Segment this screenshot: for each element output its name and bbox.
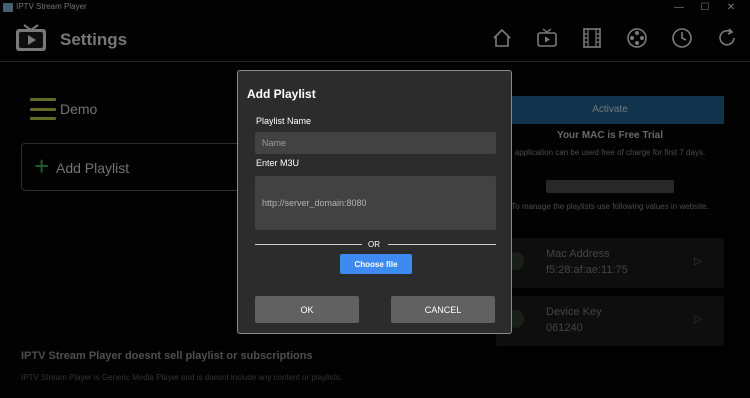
app-window: IPTV Stream Player — ☐ ✕ Settings Demo +…	[0, 0, 750, 398]
m3u-label: Enter M3U	[256, 158, 300, 168]
or-separator-text: OR	[368, 240, 380, 249]
choose-file-button[interactable]: Choose file	[340, 254, 412, 274]
dialog-title: Add Playlist	[247, 87, 316, 101]
ok-button[interactable]: OK	[255, 296, 359, 323]
playlist-name-input[interactable]	[255, 132, 496, 154]
cancel-button[interactable]: CANCEL	[391, 296, 495, 323]
playlist-name-label: Playlist Name	[256, 116, 312, 126]
add-playlist-dialog: Add Playlist Playlist Name Enter M3U OR …	[237, 70, 512, 334]
divider-left	[255, 244, 362, 245]
divider-right	[388, 244, 496, 245]
m3u-url-input[interactable]	[255, 176, 496, 230]
